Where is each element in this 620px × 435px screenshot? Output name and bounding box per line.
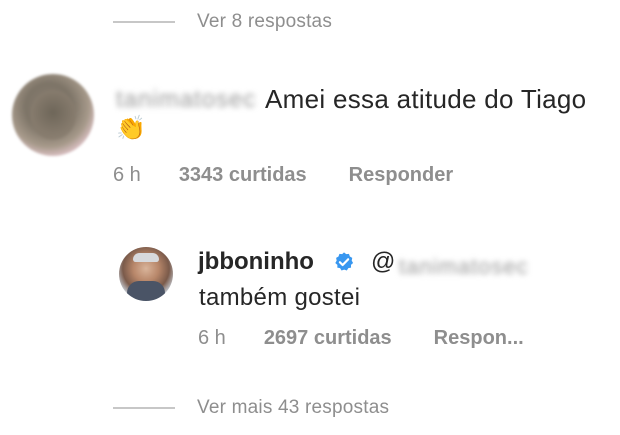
reply-timestamp: 6 h (198, 327, 226, 349)
comment-timestamp: 6 h (113, 164, 141, 186)
view-replies-label: Ver 8 respostas (197, 11, 333, 32)
view-more-replies-toggle[interactable]: Ver mais 43 respostas (113, 397, 389, 419)
commenter-avatar[interactable] (12, 74, 94, 156)
clapping-hands-emoji: 👏 (116, 115, 146, 142)
reply-text: também gostei (199, 284, 361, 311)
reply-button[interactable]: Responder (349, 164, 453, 187)
thread-divider-line (113, 21, 175, 23)
reply-likes-count[interactable]: 2697 curtidas (264, 327, 392, 350)
verified-badge-icon (335, 252, 354, 271)
replier-avatar[interactable] (119, 247, 173, 301)
mention-at-symbol[interactable]: @ (371, 248, 395, 276)
view-replies-toggle[interactable]: Ver 8 respostas (113, 11, 332, 33)
commenter-username-blurred[interactable]: tanimatosec (116, 86, 256, 114)
comment-text: Amei essa atitude do Tiago (265, 84, 587, 114)
mentioned-username-blurred[interactable]: tanimatosec (399, 254, 529, 280)
replier-username[interactable]: jbboninho (198, 248, 314, 276)
reply-to-reply-button[interactable]: Respon... (434, 327, 524, 350)
reply-meta-row: 6 h 2697 curtidas Respon... (198, 327, 524, 350)
comment-meta-row: 6 h 3343 curtidas Responder (113, 164, 453, 187)
view-more-replies-label: Ver mais 43 respostas (197, 397, 390, 418)
thread-divider-line (113, 407, 175, 409)
comment-likes-count[interactable]: 3343 curtidas (179, 164, 307, 187)
